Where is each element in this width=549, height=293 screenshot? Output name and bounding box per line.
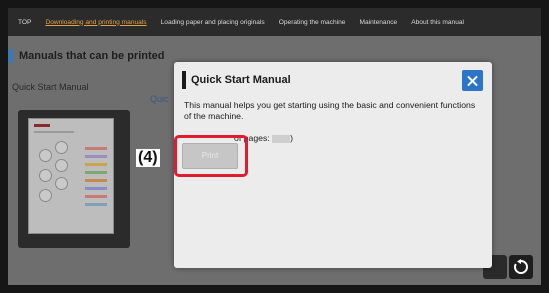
modal-description: This manual helps you get starting using… (184, 100, 476, 121)
thumbnail-hex-icon (55, 159, 68, 172)
modal-title: Quick Start Manual (191, 74, 291, 86)
manual-label: Quick Start Manual (12, 82, 89, 92)
section-header: Manuals that can be printed (8, 48, 164, 64)
quick-start-modal: Quick Start Manual This manual helps you… (174, 62, 492, 268)
thumbnail-heading-line (34, 131, 74, 133)
close-icon[interactable] (462, 70, 483, 91)
clipped-manual-title: Quic (150, 94, 169, 104)
nav-item-about-manual[interactable]: About this manual (411, 19, 464, 26)
nav-item-top[interactable]: TOP (18, 19, 31, 26)
section-title: Manuals that can be printed (19, 50, 165, 62)
nav-item-downloading-manuals[interactable]: Downloading and printing manuals (45, 19, 146, 26)
thumbnail-color-bar (85, 163, 107, 166)
page-count-suffix: ) (290, 133, 294, 143)
step-number-label: (4) (136, 149, 160, 167)
thumbnail-hex-icon (55, 141, 68, 154)
manual-thumbnail[interactable] (28, 118, 114, 234)
nav-item-loading-paper[interactable]: Loading paper and placing originals (161, 19, 265, 26)
thumbnail-hex-icon (39, 169, 52, 182)
thumbnail-color-bar (85, 187, 107, 190)
thumbnail-hex-icon (39, 189, 52, 202)
thumbnail-color-bar (85, 171, 107, 174)
page-count-value (272, 134, 291, 143)
thumbnail-color-bar (85, 179, 107, 182)
section-marker (8, 49, 13, 63)
thumbnail-color-bar (85, 147, 107, 150)
refresh-icon[interactable] (509, 255, 533, 279)
print-button[interactable]: Print (182, 143, 238, 169)
modal-title-marker (182, 71, 186, 89)
thumbnail-color-bar (85, 203, 107, 206)
thumbnail-color-bar (85, 155, 107, 158)
app-frame: TOP Downloading and printing manuals Loa… (0, 0, 549, 293)
thumbnail-hex-icon (55, 177, 68, 190)
thumbnail-hex-icon (39, 149, 52, 162)
nav-item-operating-machine[interactable]: Operating the machine (279, 19, 346, 26)
nav-item-maintenance[interactable]: Maintenance (359, 19, 397, 26)
top-navigation: TOP Downloading and printing manuals Loa… (8, 8, 541, 36)
thumbnail-color-bar (85, 195, 107, 198)
brand-logo (34, 124, 50, 127)
